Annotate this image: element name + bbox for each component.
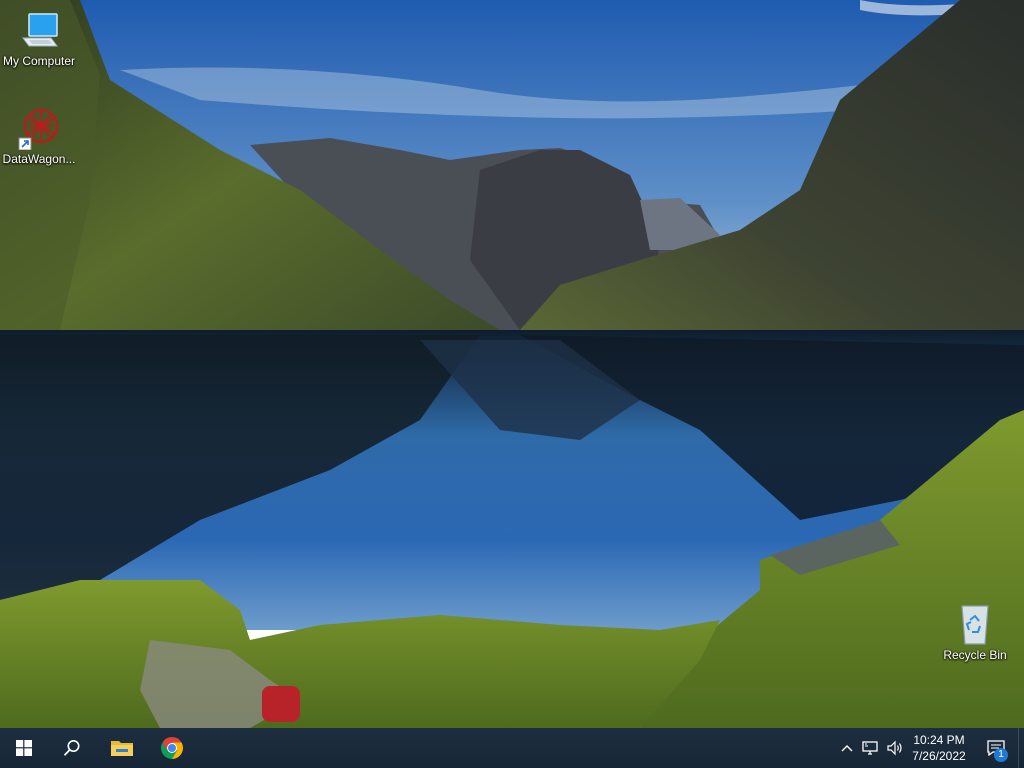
network-tray-button[interactable] (860, 728, 882, 768)
desktop-icon-label: Recycle Bin (943, 648, 1007, 662)
desktop[interactable]: My Computer DataWagon... Recycle Bin (0, 0, 1024, 728)
wallpaper-landscape (0, 0, 1024, 728)
computer-icon (22, 13, 58, 47)
notification-count-badge: 1 (994, 748, 1008, 762)
search-button[interactable] (48, 728, 96, 768)
network-icon (862, 741, 878, 755)
tray-overflow-button[interactable] (838, 728, 856, 768)
clock[interactable]: 10:24 PM 7/26/2022 (906, 728, 972, 768)
chrome-button[interactable] (148, 728, 196, 768)
recycle-bin-icon (961, 605, 989, 645)
file-explorer-button[interactable] (98, 728, 146, 768)
desktop-icon-label: My Computer (2, 54, 76, 68)
desktop-icon-my-computer[interactable]: My Computer (0, 8, 78, 68)
desktop-icon-datawagon[interactable]: DataWagon... (0, 106, 78, 166)
search-icon (63, 740, 80, 756)
chrome-icon (161, 737, 183, 759)
folder-icon (111, 741, 133, 756)
volume-tray-button[interactable] (884, 728, 906, 768)
desktop-icon-label: DataWagon... (2, 152, 76, 166)
clock-date: 7/26/2022 (912, 749, 966, 763)
desktop-icon-recycle-bin[interactable]: Recycle Bin (936, 602, 1014, 662)
windows-logo-icon (16, 740, 32, 756)
volume-icon (887, 740, 902, 756)
taskbar: 10:24 PM 7/26/2022 1 (0, 728, 1024, 768)
action-center-button[interactable]: 1 (976, 728, 1016, 768)
chevron-up-icon (841, 745, 853, 752)
datawagon-icon (18, 109, 58, 150)
show-desktop-button[interactable] (1018, 728, 1024, 768)
clock-time: 10:24 PM (913, 733, 965, 747)
start-button[interactable] (0, 728, 48, 768)
